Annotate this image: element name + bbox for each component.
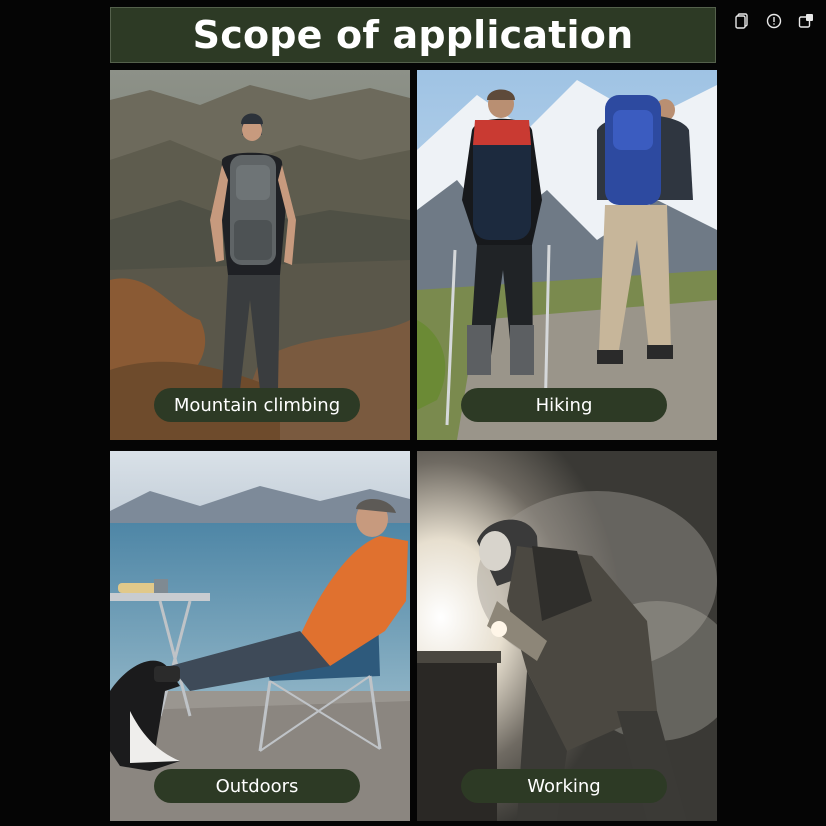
tile-mountain-climbing[interactable]: Mountain climbing: [110, 70, 410, 440]
welding-photo: [417, 451, 717, 821]
page: Scope of application Mountain climbing H…: [0, 0, 826, 826]
share-icon: [798, 14, 813, 28]
hiking-photo: [417, 70, 717, 440]
tile-label: Working: [461, 769, 667, 803]
header-banner: Scope of application: [110, 7, 716, 63]
tile-label: Outdoors: [154, 769, 360, 803]
outdoors-photo: [110, 451, 410, 821]
info-icon: [766, 13, 782, 29]
tile-label: Hiking: [461, 388, 667, 422]
info-button[interactable]: [765, 12, 783, 30]
tile-hiking[interactable]: Hiking: [417, 70, 717, 440]
toolbar: [733, 12, 815, 30]
tile-outdoors[interactable]: Outdoors: [110, 451, 410, 821]
mountain-photo: [110, 70, 410, 440]
page-title: Scope of application: [192, 13, 634, 57]
share-button[interactable]: [797, 12, 815, 30]
copy-icon: [735, 13, 748, 29]
tile-working[interactable]: Working: [417, 451, 717, 821]
copy-button[interactable]: [733, 12, 751, 30]
tile-label: Mountain climbing: [154, 388, 360, 422]
